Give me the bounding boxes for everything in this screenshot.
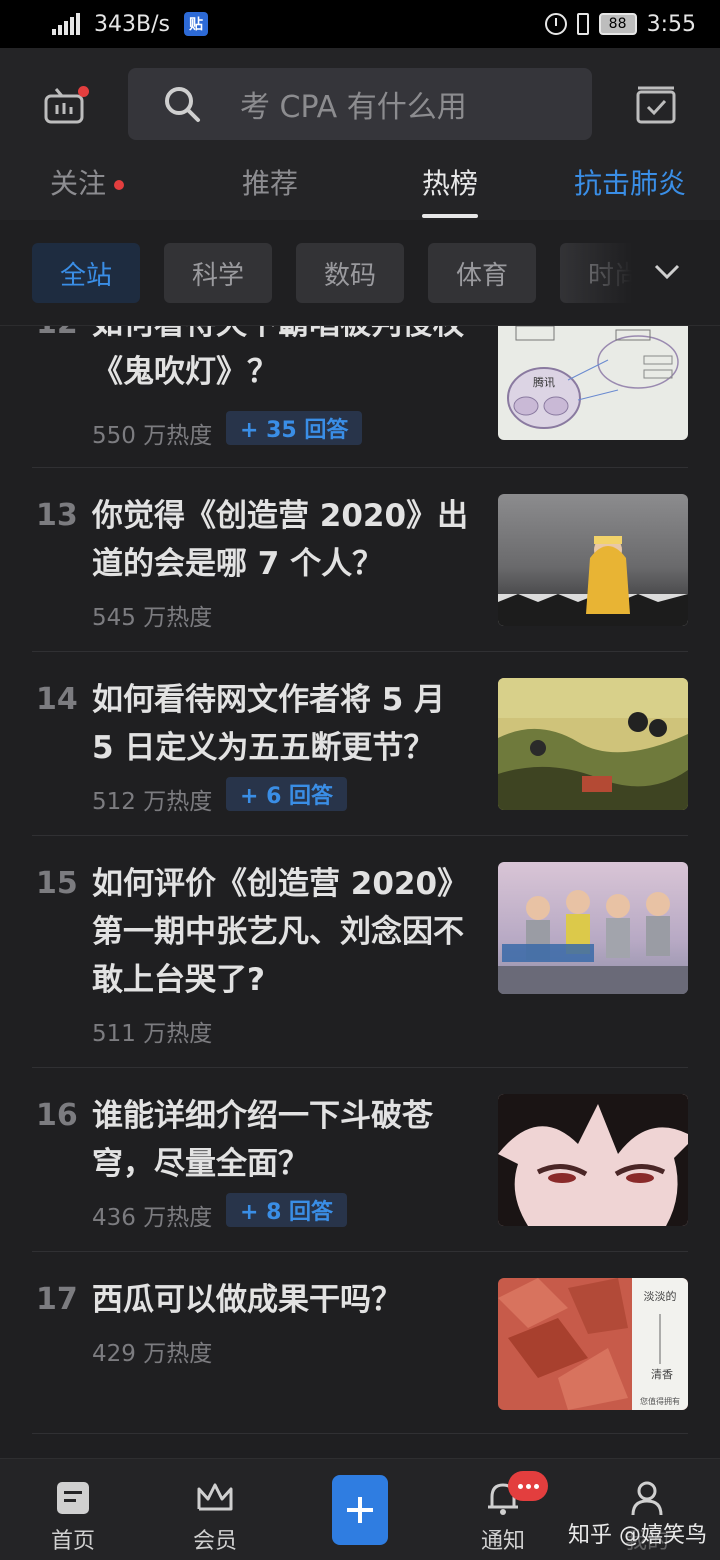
nav-home-label: 首页 bbox=[50, 1529, 95, 1554]
item-thumbnail bbox=[498, 494, 688, 626]
item-heat: 511 万热度 bbox=[92, 1021, 213, 1047]
list-item[interactable]: 13 你觉得《创造营 2020》出道的会是哪 7 个人？ 545 万热度 bbox=[32, 468, 688, 652]
chip-digital[interactable]: 数码 bbox=[296, 243, 404, 303]
item-thumbnail: 腾讯 bbox=[498, 326, 688, 440]
notification-badge bbox=[508, 1471, 548, 1501]
photo-thumbnail bbox=[498, 536, 688, 626]
answers-badge[interactable]: + 35 回答 bbox=[226, 411, 363, 445]
diagram-thumbnail: 腾讯 bbox=[507, 326, 679, 429]
item-thumbnail bbox=[498, 678, 688, 810]
item-heat: 550 万热度 bbox=[92, 423, 213, 449]
list-item[interactable]: 17 西瓜可以做成果干吗？ 429 万热度 淡淡的 清香 您值得拥有 bbox=[32, 1252, 688, 1434]
item-heat: 545 万热度 bbox=[92, 605, 213, 631]
create-post-button[interactable] bbox=[332, 1475, 388, 1545]
list-item[interactable] bbox=[32, 1434, 688, 1458]
list-item[interactable]: 15 如何评价《创造营 2020》第一期中张艺凡、刘念因不敢上台哭了? 511 … bbox=[32, 836, 688, 1068]
answers-badge[interactable]: + 8 回答 bbox=[226, 1193, 348, 1227]
screen: 343B/s 贴 88 3:55 考 CPA 有什么用 关注 推荐 热榜 抗击肺… bbox=[0, 0, 720, 1560]
search-placeholder: 考 CPA 有什么用 bbox=[240, 90, 467, 125]
chip-all-site[interactable]: 全站 bbox=[32, 243, 140, 303]
list-item[interactable]: 16 谁能详细介绍一下斗破苍穹，尽量全面？ 436 万热度 + 8 回答 bbox=[32, 1068, 688, 1252]
nav-notifications-label: 通知 bbox=[480, 1529, 525, 1554]
tab-follow-dot bbox=[114, 180, 125, 190]
active-tab-indicator bbox=[422, 214, 478, 218]
item-title: 你觉得《创造营 2020》出道的会是哪 7 个人？ bbox=[92, 498, 469, 582]
tab-hot-list[interactable]: 热榜 bbox=[422, 162, 478, 202]
nav-member-label: 会员 bbox=[192, 1529, 237, 1554]
plus-icon bbox=[347, 1497, 373, 1523]
checklist-icon[interactable] bbox=[636, 86, 676, 124]
tab-fight-pneumonia[interactable]: 抗击肺炎 bbox=[574, 162, 686, 202]
item-rank: 13 bbox=[36, 498, 78, 533]
tab-follow[interactable]: 关注 bbox=[50, 162, 125, 202]
nav-member[interactable]: 会员 bbox=[160, 1459, 270, 1560]
answers-badge[interactable]: + 6 回答 bbox=[226, 777, 348, 811]
item-rank: 17 bbox=[36, 1282, 78, 1317]
user-icon bbox=[631, 1481, 663, 1516]
watermark: 知乎 @嬉笑鸟 bbox=[568, 1523, 707, 1548]
nav-home[interactable]: 首页 bbox=[18, 1459, 128, 1560]
item-thumbnail bbox=[498, 862, 688, 994]
illustration-thumbnail bbox=[498, 678, 688, 810]
alarm-icon bbox=[544, 13, 567, 35]
clock: 3:55 bbox=[646, 11, 696, 37]
chevron-down-icon[interactable] bbox=[652, 258, 682, 284]
live-notification-dot bbox=[78, 86, 89, 97]
food-thumbnail: 淡淡的 清香 您值得拥有 bbox=[498, 1278, 688, 1410]
item-heat: 436 万热度 bbox=[92, 1205, 213, 1231]
photo-thumbnail bbox=[498, 890, 688, 994]
item-title: 如何看待网文作者将 5 月 5 日定义为五五断更节？ bbox=[92, 682, 446, 766]
crown-icon bbox=[197, 1483, 233, 1511]
list-item[interactable]: 14 如何看待网文作者将 5 月 5 日定义为五五断更节？ 512 万热度 + … bbox=[32, 652, 688, 836]
search-input[interactable]: 考 CPA 有什么用 bbox=[128, 68, 592, 140]
item-rank: 12 bbox=[36, 326, 78, 341]
hot-list: 12 如何看待天下霸唱被判侵权《鬼吹灯》？ 550 万热度 + 35 回答 腾讯 bbox=[0, 326, 720, 1458]
item-rank: 15 bbox=[36, 866, 78, 901]
battery-icon: 88 bbox=[598, 13, 637, 35]
home-doc-icon bbox=[57, 1482, 89, 1514]
item-title: 谁能详细介绍一下斗破苍穹，尽量全面？ bbox=[92, 1098, 433, 1182]
item-rank: 14 bbox=[36, 682, 78, 717]
thumb-text-2: 清香 bbox=[651, 1368, 673, 1381]
status-bar: 343B/s 贴 88 3:55 bbox=[0, 0, 720, 48]
chip-science[interactable]: 科学 bbox=[164, 243, 272, 303]
tab-recommend[interactable]: 推荐 bbox=[242, 162, 298, 202]
vibrate-icon bbox=[576, 13, 589, 35]
tab-follow-label: 关注 bbox=[50, 167, 107, 200]
top-tabs: 关注 推荐 热榜 抗击肺炎 bbox=[0, 148, 720, 220]
item-title: 如何看待天下霸唱被判侵权《鬼吹灯》？ bbox=[92, 326, 464, 390]
item-thumbnail bbox=[498, 1094, 688, 1226]
item-rank: 16 bbox=[36, 1098, 78, 1133]
chips-fade bbox=[560, 220, 720, 325]
item-title: 西瓜可以做成果干吗？ bbox=[92, 1282, 402, 1318]
app-notification-icon: 贴 bbox=[183, 12, 208, 36]
network-speed: 343B/s bbox=[94, 11, 170, 37]
thumb-text-3: 您值得拥有 bbox=[640, 1396, 680, 1406]
bottom-nav: 首页 会员 通知 我的 知乎 @嬉笑鸟 bbox=[0, 1458, 720, 1560]
signal-icon bbox=[52, 13, 80, 35]
chip-sports[interactable]: 体育 bbox=[428, 243, 536, 303]
anime-thumbnail bbox=[498, 1094, 688, 1226]
search-icon bbox=[165, 87, 200, 122]
item-title: 如何评价《创造营 2020》第一期中张艺凡、刘念因不敢上台哭了? bbox=[92, 866, 469, 998]
thumb-text-1: 淡淡的 bbox=[644, 1289, 677, 1303]
thumb-label: 腾讯 bbox=[533, 375, 555, 389]
category-chips: 全站 科学 数码 体育 时尚 bbox=[0, 220, 720, 326]
list-item[interactable]: 12 如何看待天下霸唱被判侵权《鬼吹灯》？ 550 万热度 + 35 回答 腾讯 bbox=[32, 326, 688, 468]
item-heat: 512 万热度 bbox=[92, 789, 213, 815]
item-heat: 429 万热度 bbox=[92, 1341, 213, 1367]
item-thumbnail: 淡淡的 清香 您值得拥有 bbox=[498, 1278, 688, 1410]
